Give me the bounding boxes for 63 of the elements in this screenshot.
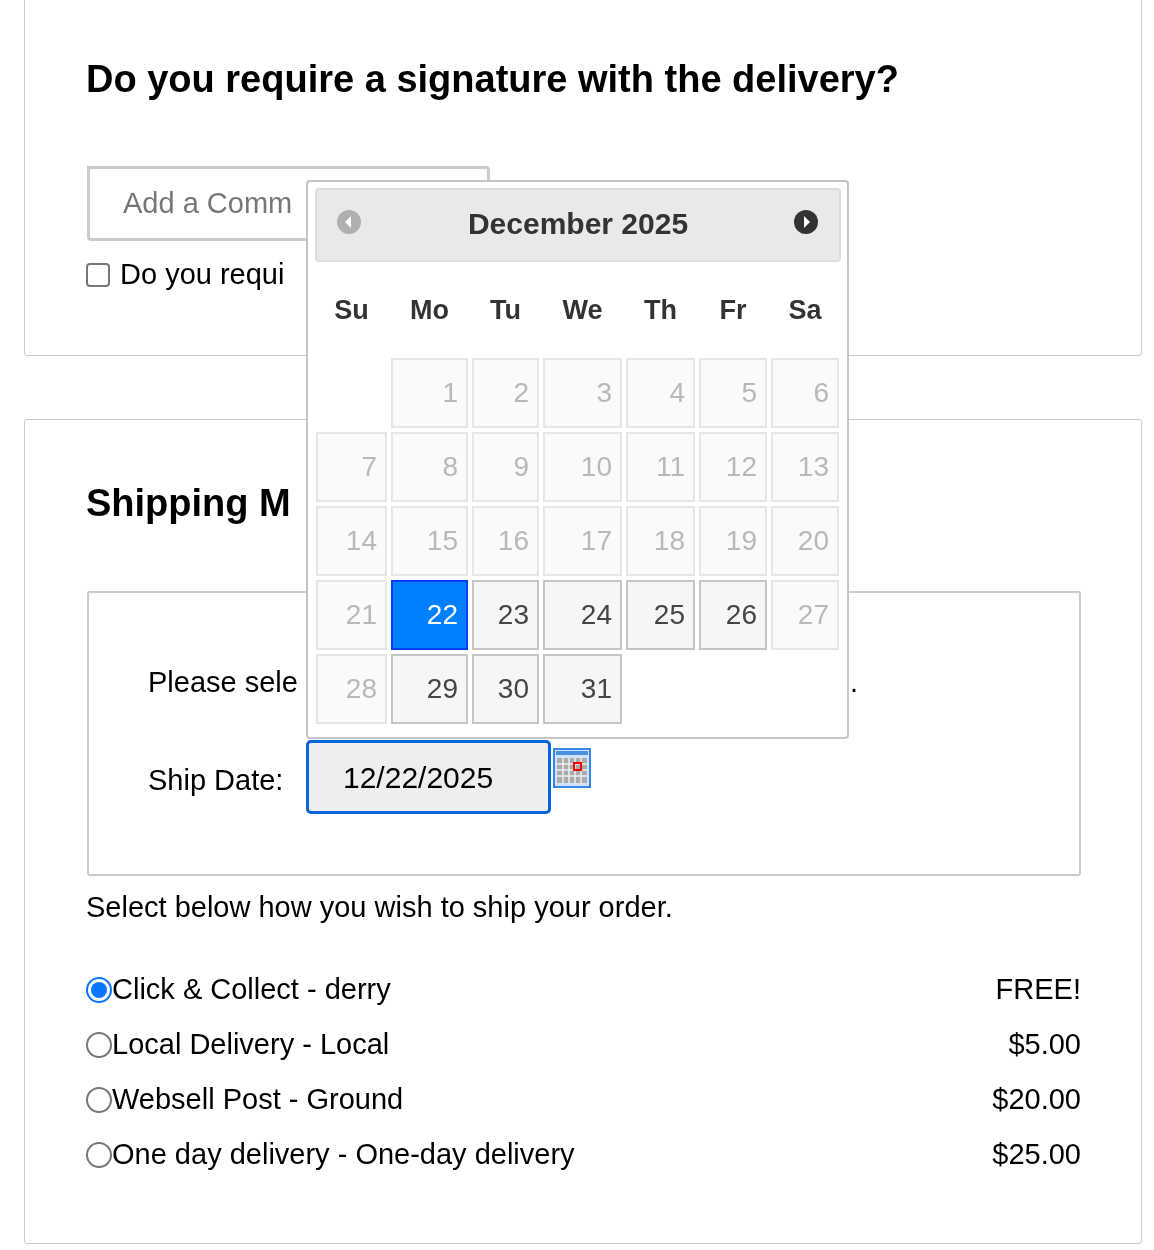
radio-button[interactable]	[86, 976, 112, 1003]
checkbox-label: Do you requi	[120, 257, 285, 292]
weekday-label: We	[561, 294, 604, 327]
day-cell: 6	[771, 358, 839, 428]
instruction-text: .	[850, 665, 859, 700]
day-cell: 21	[316, 580, 387, 650]
day-cell: 15	[391, 506, 468, 576]
day-cell: 28	[316, 654, 387, 724]
day-cell: 18	[626, 506, 695, 576]
day-cell: 2	[472, 358, 539, 428]
weekday-label: Mo	[409, 294, 450, 327]
day-cell[interactable]: 25	[626, 580, 695, 650]
shipping-option-label: Local Delivery - Local	[112, 1026, 390, 1062]
calendar-icon[interactable]	[553, 748, 591, 788]
weekday-label: Fr	[718, 294, 748, 327]
instruction-text: Please sele	[148, 665, 298, 700]
day-cell: 4	[626, 358, 695, 428]
checkbox[interactable]	[86, 262, 110, 287]
shipping-option-label: Websell Post - Ground	[112, 1081, 404, 1117]
ship-date-field[interactable]: 12/22/2025	[306, 740, 551, 814]
day-cell[interactable]: 29	[391, 654, 468, 724]
day-cell: 17	[543, 506, 622, 576]
weekday-label: Th	[643, 294, 678, 327]
day-cell: 9	[472, 432, 539, 502]
day-cell: 14	[316, 506, 387, 576]
day-cell[interactable]: 31	[543, 654, 622, 724]
shipping-price: $20.00	[992, 1081, 1081, 1117]
day-cell: 27	[771, 580, 839, 650]
day-cell: 16	[472, 506, 539, 576]
day-cell: 10	[543, 432, 622, 502]
section-heading: Shipping M	[86, 481, 291, 526]
day-cell: 11	[626, 432, 695, 502]
day-cell[interactable]: 22	[391, 580, 468, 650]
radio-button[interactable]	[86, 1141, 112, 1168]
day-cell: 8	[391, 432, 468, 502]
shipping-option-label: One day delivery - One-day delivery	[112, 1136, 575, 1172]
day-cell: 19	[699, 506, 767, 576]
shipping-price: FREE!	[995, 971, 1081, 1007]
shipping-price: $5.00	[1008, 1026, 1081, 1062]
weekday-label: Su	[333, 294, 370, 327]
day-cell[interactable]: 23	[472, 580, 539, 650]
instruction-text: Select below how you wish to ship your order.	[86, 890, 673, 925]
weekday-label: Tu	[489, 294, 522, 327]
day-cell: 3	[543, 358, 622, 428]
radio-button[interactable]	[86, 1031, 112, 1058]
comment-field[interactable]: Add a Comm	[87, 166, 307, 241]
shipping-option-label: Click & Collect - derry	[112, 971, 391, 1007]
day-cell[interactable]: 24	[543, 580, 622, 650]
weekday-label: Sa	[787, 294, 823, 327]
section-heading: Do you require a signature with the delivery?	[86, 57, 899, 102]
day-cell[interactable]: 30	[472, 654, 539, 724]
day-cell[interactable]: 26	[699, 580, 767, 650]
day-cell: 20	[771, 506, 839, 576]
next-month-icon[interactable]	[793, 209, 819, 235]
shipping-price: $25.00	[992, 1136, 1081, 1172]
radio-button[interactable]	[86, 1086, 112, 1113]
day-cell: 5	[699, 358, 767, 428]
day-cell: 12	[699, 432, 767, 502]
day-cell: 13	[771, 432, 839, 502]
day-cell: 7	[316, 432, 387, 502]
month-title: December 2025	[467, 206, 689, 242]
ship-date-label: Ship Date:	[148, 763, 284, 798]
day-cell: 1	[391, 358, 468, 428]
